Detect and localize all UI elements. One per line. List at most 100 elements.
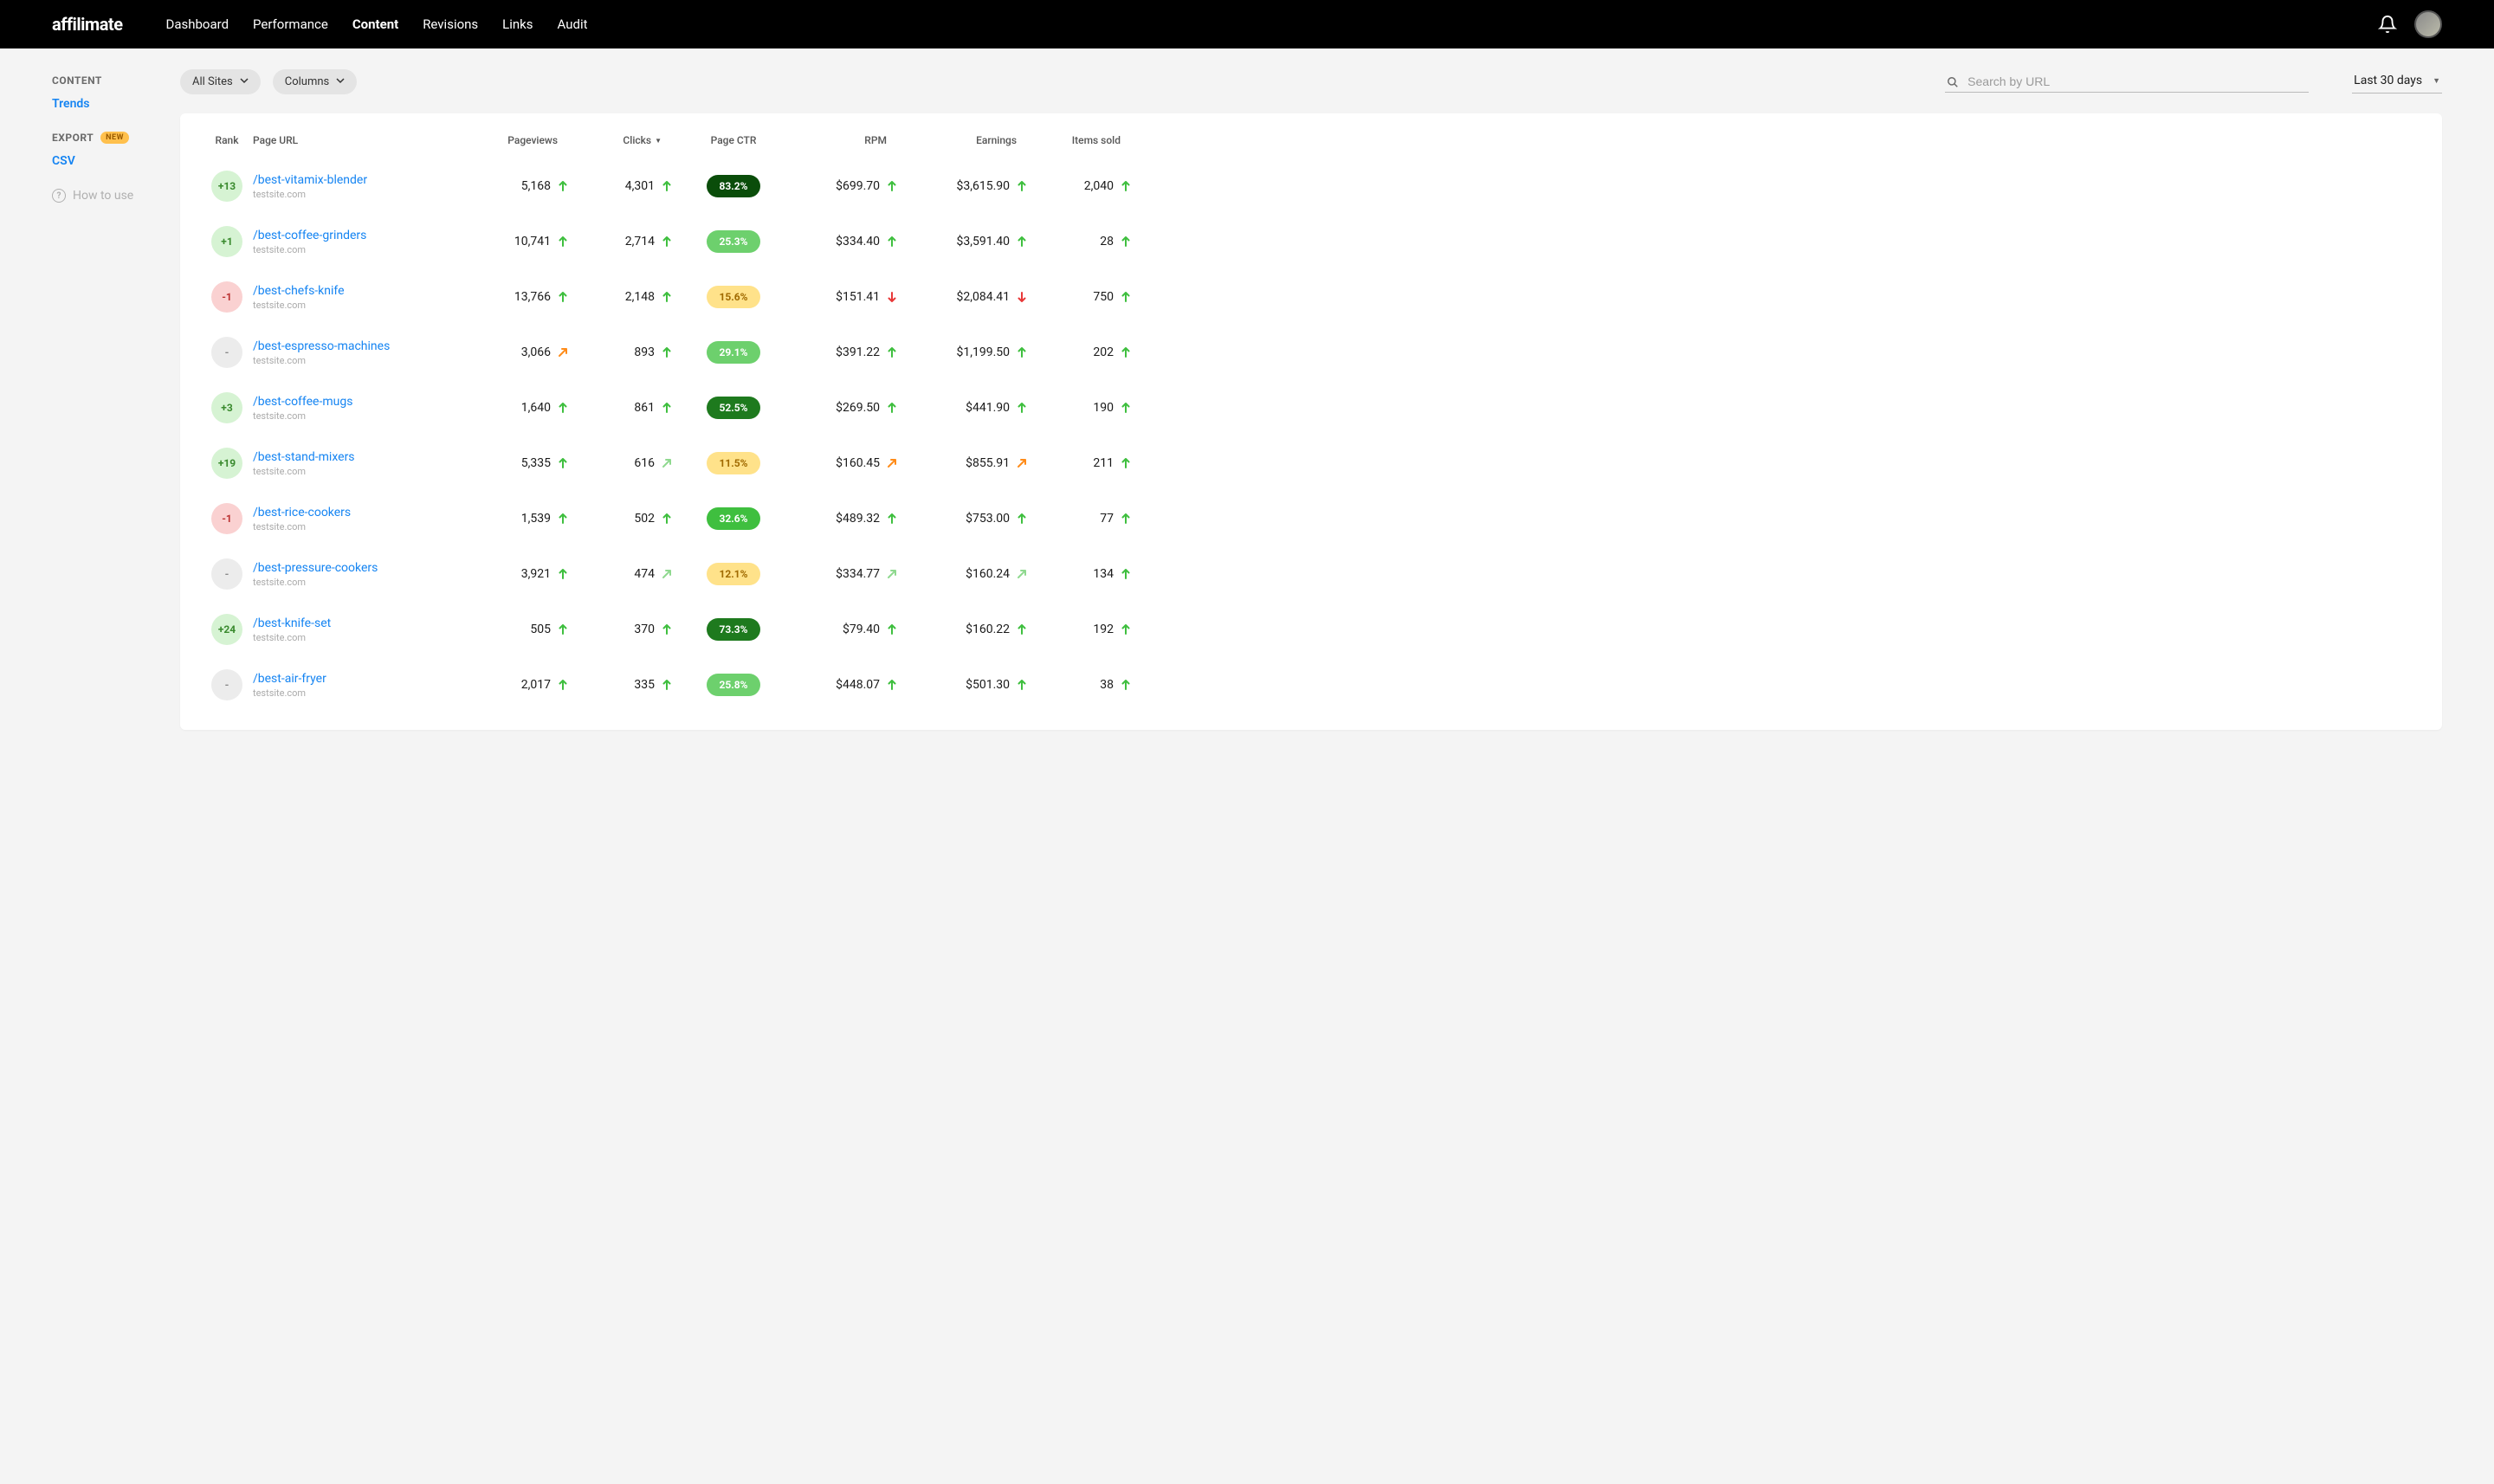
trend-arrow-icon (558, 292, 568, 302)
page-url-link[interactable]: /best-espresso-machines (253, 339, 469, 353)
rank-badge: +3 (211, 392, 242, 423)
notifications-icon[interactable] (2378, 15, 2397, 34)
trend-arrow-icon (558, 680, 568, 690)
trend-arrow-icon (662, 236, 672, 247)
page-url-link[interactable]: /best-rice-cookers (253, 506, 469, 519)
page-url-link[interactable]: /best-stand-mixers (253, 450, 469, 464)
rpm-cell: $489.32 (790, 512, 902, 526)
sites-dropdown[interactable]: All Sites (180, 69, 261, 94)
trend-arrow-icon (558, 347, 568, 358)
page-domain: testsite.com (253, 521, 469, 532)
trend-arrow-icon (558, 403, 568, 413)
th-pageviews[interactable]: Pageviews (469, 134, 573, 146)
earnings-cell: $2,084.41 (902, 290, 1032, 304)
nav-performance[interactable]: Performance (253, 16, 328, 32)
ctr-badge: 12.1% (707, 563, 759, 585)
rpm-cell: $699.70 (790, 179, 902, 193)
trend-arrow-icon (1121, 680, 1131, 690)
rpm-cell: $79.40 (790, 623, 902, 636)
page-url-link[interactable]: /best-pressure-cookers (253, 561, 469, 575)
how-to-use-link[interactable]: ? How to use (52, 189, 180, 203)
th-page[interactable]: Page URL (253, 134, 469, 146)
search-field[interactable] (1945, 71, 2309, 93)
page-url-link[interactable]: /best-knife-set (253, 616, 469, 630)
sort-desc-icon: ▼ (655, 137, 662, 145)
trend-arrow-icon (1121, 181, 1131, 191)
page-url-link[interactable]: /best-coffee-grinders (253, 229, 469, 242)
nav-content[interactable]: Content (352, 16, 398, 32)
sidebar-trends-link[interactable]: Trends (52, 97, 180, 111)
trend-arrow-icon (1121, 236, 1131, 247)
main-nav: Dashboard Performance Content Revisions Link… (166, 16, 2379, 32)
items-cell: 2,040 (1032, 179, 1136, 193)
th-items[interactable]: Items sold (1032, 134, 1136, 146)
rpm-cell: $160.45 (790, 456, 902, 470)
clicks-cell: 616 (573, 456, 677, 470)
th-clicks[interactable]: Clicks ▼ (573, 134, 677, 146)
th-earnings[interactable]: Earnings (902, 134, 1032, 146)
page-domain: testsite.com (253, 577, 469, 588)
earnings-cell: $1,199.50 (902, 345, 1032, 359)
page-domain: testsite.com (253, 300, 469, 311)
chevron-down-icon (336, 75, 345, 88)
avatar[interactable] (2414, 10, 2442, 38)
trend-arrow-icon (558, 569, 568, 579)
rpm-cell: $391.22 (790, 345, 902, 359)
page-url-link[interactable]: /best-vitamix-blender (253, 173, 469, 187)
date-range-dropdown[interactable]: Last 30 days ▼ (2352, 70, 2442, 94)
how-to-label: How to use (73, 189, 133, 203)
trend-arrow-icon (558, 458, 568, 468)
table-header: Rank Page URL Pageviews Clicks ▼ Page CT… (201, 119, 2421, 158)
pageviews-cell: 505 (469, 623, 573, 636)
items-cell: 134 (1032, 567, 1136, 581)
rpm-cell: $334.77 (790, 567, 902, 581)
nav-revisions[interactable]: Revisions (423, 16, 478, 32)
ctr-badge: 83.2% (707, 175, 759, 197)
nav-audit[interactable]: Audit (558, 16, 588, 32)
page-domain: testsite.com (253, 355, 469, 366)
ctr-badge: 15.6% (707, 286, 759, 308)
trend-arrow-icon (1017, 181, 1027, 191)
nav-links[interactable]: Links (502, 16, 533, 32)
trend-arrow-icon (662, 569, 672, 579)
clicks-cell: 335 (573, 678, 677, 692)
columns-label: Columns (285, 75, 330, 88)
th-rpm[interactable]: RPM (790, 134, 902, 146)
table-row: -1 /best-rice-cookers testsite.com 1,539… (201, 491, 2421, 546)
th-rank[interactable]: Rank (201, 134, 253, 146)
pageviews-cell: 2,017 (469, 678, 573, 692)
rank-badge: - (211, 558, 242, 590)
items-cell: 211 (1032, 456, 1136, 470)
table-row: - /best-espresso-machines testsite.com 3… (201, 325, 2421, 380)
sidebar-csv-link[interactable]: CSV (52, 154, 180, 168)
page-url-link[interactable]: /best-air-fryer (253, 672, 469, 686)
daterange-label: Last 30 days (2354, 74, 2422, 87)
trend-arrow-icon (558, 181, 568, 191)
pageviews-cell: 13,766 (469, 290, 573, 304)
table-row: -1 /best-chefs-knife testsite.com 13,766… (201, 269, 2421, 325)
trend-arrow-icon (662, 680, 672, 690)
ctr-badge: 73.3% (707, 618, 759, 641)
nav-dashboard[interactable]: Dashboard (166, 16, 229, 32)
page-url-link[interactable]: /best-coffee-mugs (253, 395, 469, 409)
page-url-link[interactable]: /best-chefs-knife (253, 284, 469, 298)
top-header: affilimate DashboardPerformanceContentRe… (0, 0, 2494, 48)
columns-dropdown[interactable]: Columns (273, 69, 358, 94)
trend-arrow-icon (662, 403, 672, 413)
th-ctr[interactable]: Page CTR (677, 134, 790, 146)
rank-badge: +19 (211, 448, 242, 479)
trend-arrow-icon (1017, 347, 1027, 358)
earnings-cell: $160.24 (902, 567, 1032, 581)
rpm-cell: $448.07 (790, 678, 902, 692)
items-cell: 77 (1032, 512, 1136, 526)
search-input[interactable] (1967, 74, 2307, 88)
clicks-cell: 2,714 (573, 235, 677, 248)
trend-arrow-icon (1017, 569, 1027, 579)
sites-label: All Sites (192, 75, 233, 88)
trend-arrow-icon (662, 347, 672, 358)
rank-badge: +13 (211, 171, 242, 202)
earnings-cell: $3,615.90 (902, 179, 1032, 193)
rank-badge: - (211, 669, 242, 700)
clicks-cell: 2,148 (573, 290, 677, 304)
sidebar-export-heading: EXPORT (52, 132, 94, 144)
